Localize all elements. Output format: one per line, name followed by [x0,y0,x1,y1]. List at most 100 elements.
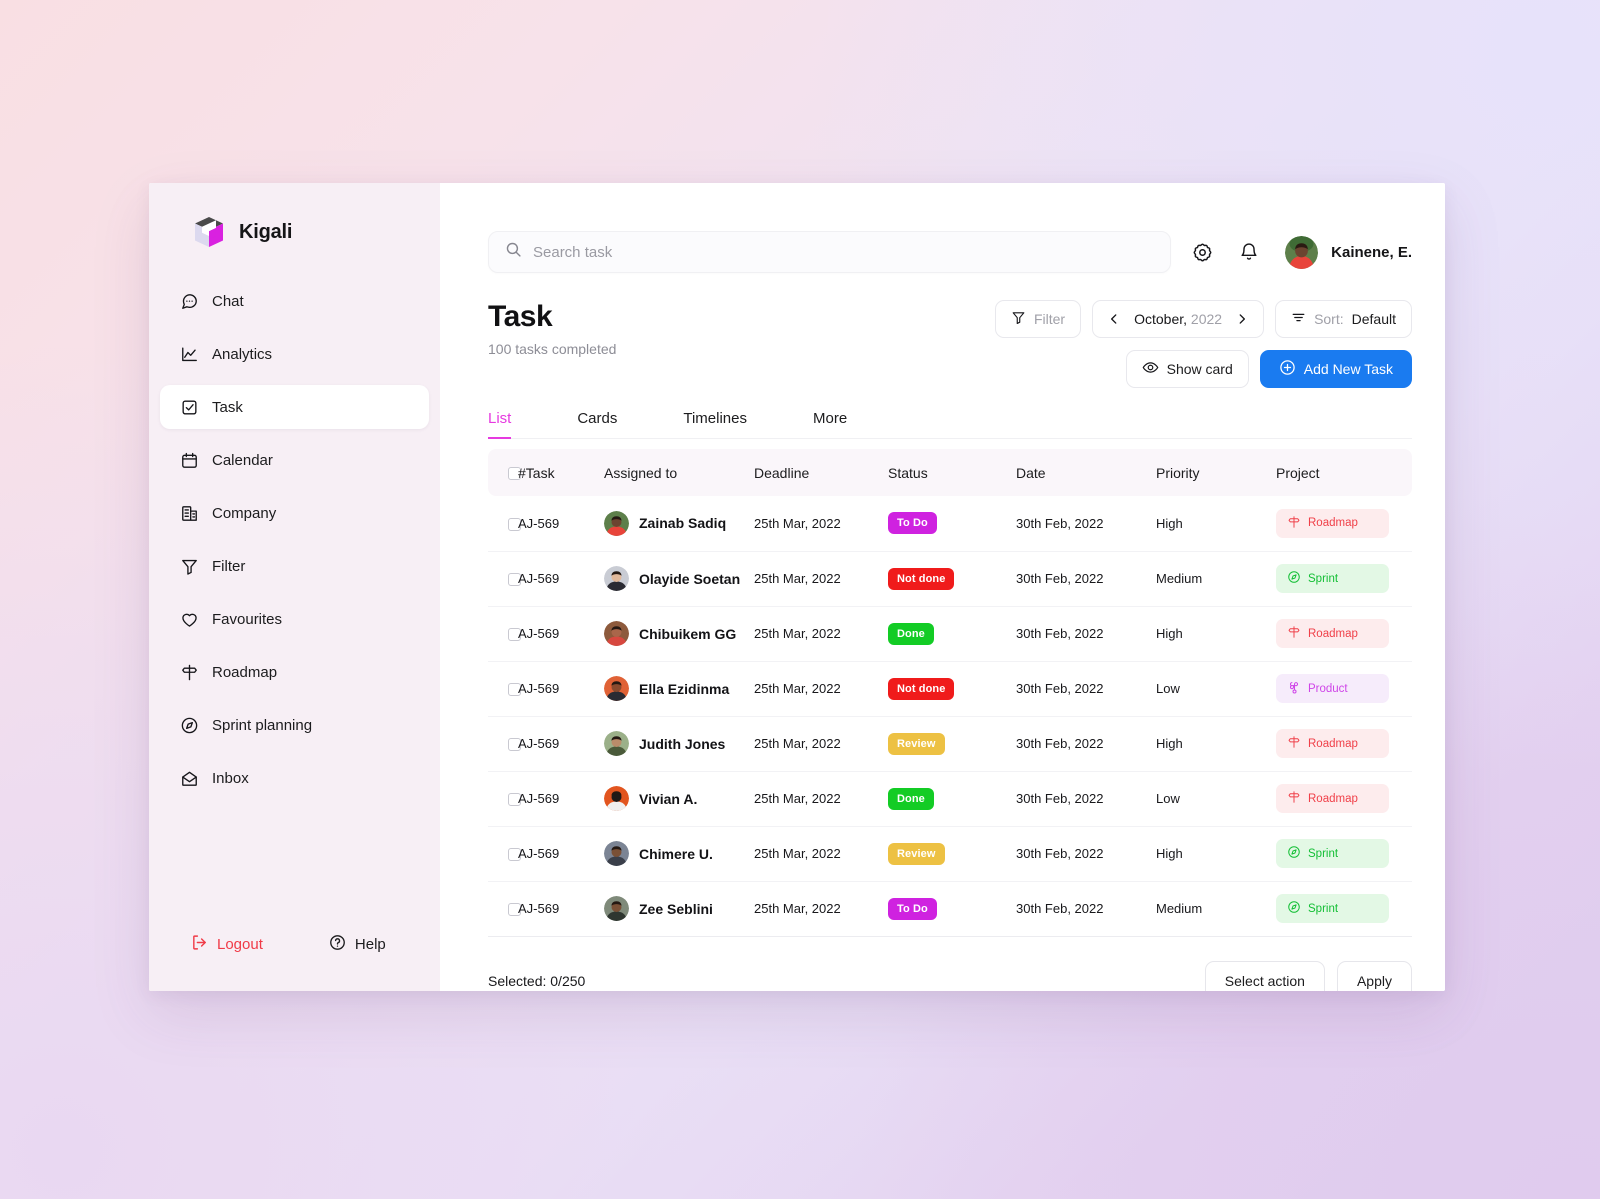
project-badge[interactable]: Roadmap [1276,784,1389,813]
sidebar-item-sprint-planning[interactable]: Sprint planning [160,703,429,747]
cell-assignee: Chibuikem GG [604,606,754,662]
sidebar-item-label: Calendar [212,451,273,469]
sidebar-item-filter[interactable]: Filter [160,544,429,588]
project-badge[interactable]: Roadmap [1276,508,1389,538]
project-badge[interactable]: Product [1276,674,1389,703]
column-header-task[interactable]: #Task [518,449,604,496]
project-badge[interactable]: Sprint [1276,564,1389,593]
cell-priority: High [1156,606,1276,662]
column-header-deadline[interactable]: Deadline [754,449,888,496]
sidebar-item-company[interactable]: Company [160,491,429,535]
date-navigator[interactable]: October, 2022 [1092,300,1265,338]
column-header-project[interactable]: Project [1276,449,1412,496]
status-badge: Not done [888,567,955,590]
assignee-name: Ella Ezidinma [639,680,730,697]
filter-button[interactable]: Filter [994,300,1082,338]
signpost-icon [1287,625,1301,642]
column-header-priority[interactable]: Priority [1156,449,1276,496]
cell-status: Done [888,606,1016,662]
sidebar: Kigali Chat Analytics Task Calendar Company F… [149,183,440,991]
tab-cards[interactable]: Cards [577,410,617,438]
project-badge[interactable]: Roadmap [1276,619,1389,648]
table-footer: Selected: 0/250 Select action Apply [488,937,1412,991]
sidebar-item-favourites[interactable]: Favourites [160,597,429,641]
apply-button[interactable]: Apply [1336,960,1412,991]
task-table-body: AJ-569 Zainab Sadiq 25th Mar, 2022 To Do 30t… [488,496,1412,937]
add-new-task-button[interactable]: Add New Task [1259,350,1412,388]
project-badge[interactable]: Sprint [1276,839,1389,868]
command-icon [1287,680,1301,697]
compass-icon [180,716,199,735]
sidebar-item-task[interactable]: Task [160,385,429,429]
cell-deadline: 25th Mar, 2022 [754,606,888,662]
project-label: Sprint [1308,847,1339,860]
cell-status: To Do [888,496,1016,552]
sidebar-item-calendar[interactable]: Calendar [160,438,429,482]
help-button[interactable]: Help [329,934,386,955]
cell-date: 30th Feb, 2022 [1016,771,1156,827]
table-row[interactable]: AJ-569 Judith Jones 25th Mar, 2022 Review 30… [488,716,1412,772]
sort-button[interactable]: Sort: Default [1275,300,1412,338]
cell-task: AJ-569 [518,551,604,607]
column-header-assigned[interactable]: Assigned to [604,449,754,496]
project-badge[interactable]: Sprint [1276,894,1389,923]
table-row[interactable]: AJ-569 Zee Seblini 25th Mar, 2022 To Do 30th… [488,881,1412,937]
sidebar-item-inbox[interactable]: Inbox [160,756,429,800]
assignee-name: Zee Seblini [639,900,713,917]
sidebar-item-analytics[interactable]: Analytics [160,332,429,376]
assignee-name: Chimere U. [639,845,713,862]
sidebar-item-chat[interactable]: Chat [160,279,429,323]
tab-more[interactable]: More [813,410,847,438]
project-label: Roadmap [1308,627,1358,640]
user-profile[interactable]: Kainene, E. [1285,235,1412,269]
top-bar: Kainene, E. [488,183,1412,273]
tab-list[interactable]: List [488,410,512,439]
signpost-icon [1287,515,1301,532]
eye-icon [1142,359,1159,379]
brand[interactable]: Kigali [149,183,440,250]
bell-icon[interactable] [1238,241,1260,263]
table-row[interactable]: AJ-569 Chimere U. 25th Mar, 2022 Review 30th… [488,826,1412,882]
cell-assignee: Chimere U. [604,826,754,882]
calendar-icon [180,451,199,470]
project-label: Roadmap [1308,517,1358,530]
table-header-row: #Task Assigned to Deadline Status Date P… [488,449,1412,496]
chevron-right-icon[interactable] [1235,312,1249,326]
question-circle-icon [329,934,346,955]
gear-icon[interactable] [1191,241,1213,263]
show-card-button[interactable]: Show card [1125,350,1249,388]
assignee-name: Olayide Soetan [639,570,741,587]
sidebar-item-label: Company [212,504,277,522]
column-header-date[interactable]: Date [1016,449,1156,496]
search-bar[interactable] [488,231,1171,273]
cell-assignee: Judith Jones [604,716,754,772]
cell-status: Done [888,771,1016,827]
sidebar-footer: Logout Help [149,934,440,991]
tab-timelines[interactable]: Timelines [683,410,747,438]
select-action-button[interactable]: Select action [1204,960,1325,991]
cell-priority: High [1156,826,1276,882]
search-input[interactable] [533,243,1154,261]
table-row[interactable]: AJ-569 Zainab Sadiq 25th Mar, 2022 To Do 30t… [488,496,1412,552]
table-row[interactable]: AJ-569 Vivian A. 25th Mar, 2022 Done 30th Fe… [488,771,1412,827]
chevron-left-icon[interactable] [1107,312,1121,326]
cell-task: AJ-569 [518,881,604,937]
table-row[interactable]: AJ-569 Olayide Soetan 25th Mar, 2022 Not do… [488,551,1412,607]
line-chart-icon [180,345,199,364]
cell-status: Not done [888,661,1016,717]
sidebar-item-roadmap[interactable]: Roadmap [160,650,429,694]
add-new-task-label: Add New Task [1303,361,1393,377]
cell-task: AJ-569 [518,771,604,827]
sidebar-item-label: Task [212,398,243,416]
cell-project: Product [1276,661,1412,717]
logout-button[interactable]: Logout [191,934,263,955]
table-row[interactable]: AJ-569 Chibuikem GG 25th Mar, 2022 Done 30th… [488,606,1412,662]
project-badge[interactable]: Roadmap [1276,729,1389,758]
assignee-avatar [604,676,629,701]
cell-project: Sprint [1276,826,1412,882]
assignee-name: Judith Jones [639,735,726,752]
sort-lines-icon [1291,310,1306,328]
project-label: Roadmap [1308,737,1358,750]
table-row[interactable]: AJ-569 Ella Ezidinma 25th Mar, 2022 Not don… [488,661,1412,717]
column-header-status[interactable]: Status [888,449,1016,496]
